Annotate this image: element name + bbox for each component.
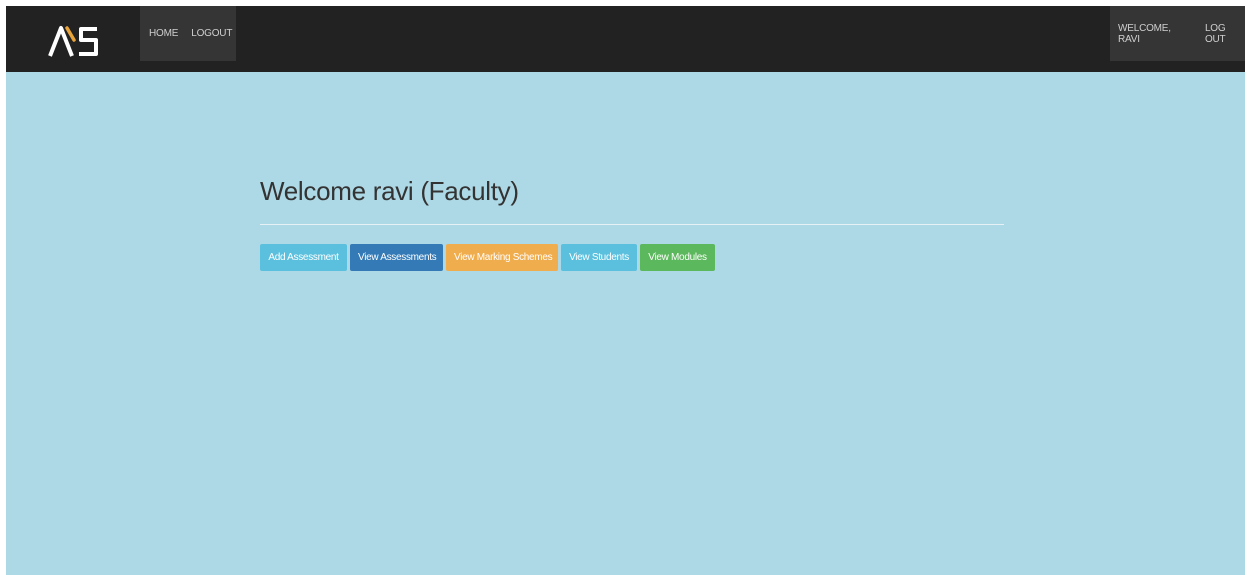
- log-out-link[interactable]: LOG OUT: [1205, 23, 1245, 45]
- view-students-button[interactable]: View Students: [561, 244, 637, 271]
- user-nav: WELCOME, RAVI LOG OUT: [1110, 6, 1245, 61]
- page-title: Welcome ravi (Faculty): [260, 176, 519, 206]
- action-buttons: Add Assessment View Assessments View Mar…: [260, 244, 715, 271]
- app-window: AS HOME LOGOUT WELCOME, RAVI LOG OUT Wel…: [6, 6, 1245, 575]
- top-navbar: AS HOME LOGOUT WELCOME, RAVI LOG OUT: [6, 6, 1245, 72]
- brand-logo[interactable]: AS: [44, 20, 104, 60]
- nav-logout-link[interactable]: LOGOUT: [191, 28, 232, 39]
- add-assessment-button[interactable]: Add Assessment: [260, 244, 347, 271]
- welcome-user-link[interactable]: WELCOME, RAVI: [1118, 23, 1189, 45]
- main-nav: HOME LOGOUT: [140, 6, 236, 61]
- title-divider: [260, 224, 1004, 225]
- view-assessments-button[interactable]: View Assessments: [350, 244, 443, 271]
- view-modules-button[interactable]: View Modules: [640, 244, 715, 271]
- nav-home-link[interactable]: HOME: [149, 28, 178, 39]
- view-marking-schemes-button[interactable]: View Marking Schemes: [446, 244, 558, 271]
